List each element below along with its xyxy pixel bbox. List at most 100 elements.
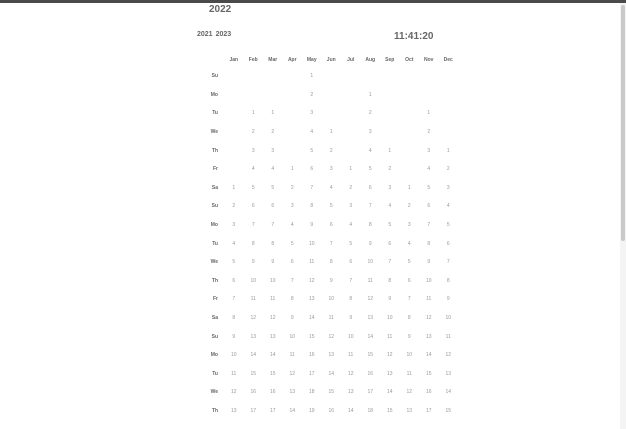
day-cell[interactable]: 18 xyxy=(361,402,381,421)
day-cell[interactable]: 15 xyxy=(263,365,283,384)
day-cell[interactable]: 15 xyxy=(419,365,439,384)
day-cell[interactable]: 9 xyxy=(361,234,381,253)
day-cell[interactable]: 7 xyxy=(263,216,283,235)
day-cell[interactable]: 6 xyxy=(341,253,361,272)
day-cell[interactable]: 9 xyxy=(263,253,283,272)
day-cell[interactable]: 1 xyxy=(341,160,361,179)
day-cell[interactable]: 11 xyxy=(224,365,244,384)
scrollbar-thumb[interactable] xyxy=(621,5,625,241)
day-cell[interactable]: 4 xyxy=(244,160,264,179)
previous-year-link[interactable]: 2021 xyxy=(197,31,213,38)
day-cell[interactable]: 14 xyxy=(361,327,381,346)
day-cell[interactable]: 2 xyxy=(302,86,322,105)
day-cell[interactable]: 13 xyxy=(244,327,264,346)
day-cell[interactable]: 1 xyxy=(302,67,322,86)
day-cell[interactable]: 7 xyxy=(341,272,361,291)
day-cell[interactable]: 8 xyxy=(224,309,244,328)
day-cell[interactable]: 6 xyxy=(283,253,303,272)
day-cell[interactable]: 15 xyxy=(322,383,342,402)
day-cell[interactable]: 5 xyxy=(341,234,361,253)
day-cell[interactable]: 17 xyxy=(361,383,381,402)
day-cell[interactable]: 4 xyxy=(400,234,420,253)
day-cell[interactable]: 16 xyxy=(263,383,283,402)
day-cell[interactable]: 1 xyxy=(400,179,420,198)
day-cell[interactable]: 15 xyxy=(380,402,400,421)
day-cell[interactable]: 10 xyxy=(244,272,264,291)
day-cell[interactable]: 15 xyxy=(244,365,264,384)
day-cell[interactable]: 15 xyxy=(439,402,459,421)
day-cell[interactable]: 7 xyxy=(361,197,381,216)
day-cell[interactable]: 7 xyxy=(244,216,264,235)
day-cell[interactable]: 9 xyxy=(380,290,400,309)
day-cell[interactable]: 7 xyxy=(322,234,342,253)
day-cell[interactable]: 12 xyxy=(244,309,264,328)
day-cell[interactable]: 7 xyxy=(439,253,459,272)
day-cell[interactable]: 19 xyxy=(302,402,322,421)
day-cell[interactable]: 11 xyxy=(244,290,264,309)
day-cell[interactable]: 5 xyxy=(361,160,381,179)
day-cell[interactable]: 9 xyxy=(419,253,439,272)
day-cell[interactable]: 4 xyxy=(224,234,244,253)
day-cell[interactable]: 15 xyxy=(302,327,322,346)
day-cell[interactable]: 14 xyxy=(263,346,283,365)
day-cell[interactable]: 11 xyxy=(439,327,459,346)
day-cell[interactable]: 11 xyxy=(361,272,381,291)
day-cell[interactable]: 2 xyxy=(439,160,459,179)
day-cell[interactable]: 1 xyxy=(380,141,400,160)
day-cell[interactable]: 16 xyxy=(419,383,439,402)
day-cell[interactable]: 14 xyxy=(380,383,400,402)
day-cell[interactable]: 4 xyxy=(341,216,361,235)
day-cell[interactable]: 5 xyxy=(224,253,244,272)
day-cell[interactable]: 1 xyxy=(439,141,459,160)
day-cell[interactable]: 14 xyxy=(322,365,342,384)
day-cell[interactable]: 13 xyxy=(400,402,420,421)
day-cell[interactable]: 16 xyxy=(302,346,322,365)
day-cell[interactable]: 2 xyxy=(419,123,439,142)
day-cell[interactable]: 4 xyxy=(439,197,459,216)
day-cell[interactable]: 5 xyxy=(322,197,342,216)
day-cell[interactable]: 4 xyxy=(322,179,342,198)
day-cell[interactable]: 12 xyxy=(439,346,459,365)
day-cell[interactable]: 8 xyxy=(439,272,459,291)
day-cell[interactable]: 3 xyxy=(439,179,459,198)
day-cell[interactable]: 10 xyxy=(361,253,381,272)
day-cell[interactable]: 9 xyxy=(341,309,361,328)
day-cell[interactable]: 12 xyxy=(322,327,342,346)
day-cell[interactable]: 17 xyxy=(263,402,283,421)
day-cell[interactable]: 12 xyxy=(400,383,420,402)
day-cell[interactable]: 8 xyxy=(419,234,439,253)
day-cell[interactable]: 17 xyxy=(302,365,322,384)
day-cell[interactable]: 1 xyxy=(283,160,303,179)
day-cell[interactable]: 5 xyxy=(302,141,322,160)
day-cell[interactable]: 5 xyxy=(244,179,264,198)
day-cell[interactable]: 2 xyxy=(341,179,361,198)
day-cell[interactable]: 11 xyxy=(341,346,361,365)
day-cell[interactable]: 2 xyxy=(283,179,303,198)
day-cell[interactable]: 13 xyxy=(439,365,459,384)
day-cell[interactable]: 11 xyxy=(283,346,303,365)
day-cell[interactable]: 13 xyxy=(263,327,283,346)
day-cell[interactable]: 14 xyxy=(419,346,439,365)
day-cell[interactable]: 6 xyxy=(263,197,283,216)
day-cell[interactable]: 5 xyxy=(263,179,283,198)
day-cell[interactable]: 9 xyxy=(439,290,459,309)
day-cell[interactable]: 7 xyxy=(224,290,244,309)
day-cell[interactable]: 4 xyxy=(419,160,439,179)
day-cell[interactable]: 11 xyxy=(400,365,420,384)
day-cell[interactable]: 9 xyxy=(322,272,342,291)
day-cell[interactable]: 2 xyxy=(244,123,264,142)
day-cell[interactable]: 16 xyxy=(322,402,342,421)
day-cell[interactable]: 3 xyxy=(302,104,322,123)
day-cell[interactable]: 8 xyxy=(400,309,420,328)
day-cell[interactable]: 9 xyxy=(283,309,303,328)
day-cell[interactable]: 7 xyxy=(419,216,439,235)
day-cell[interactable]: 10 xyxy=(302,234,322,253)
day-cell[interactable]: 12 xyxy=(224,383,244,402)
day-cell[interactable]: 14 xyxy=(439,383,459,402)
day-cell[interactable]: 7 xyxy=(302,179,322,198)
day-cell[interactable]: 11 xyxy=(263,290,283,309)
day-cell[interactable]: 12 xyxy=(302,272,322,291)
day-cell[interactable]: 6 xyxy=(361,179,381,198)
day-cell[interactable]: 3 xyxy=(400,216,420,235)
day-cell[interactable]: 11 xyxy=(380,327,400,346)
